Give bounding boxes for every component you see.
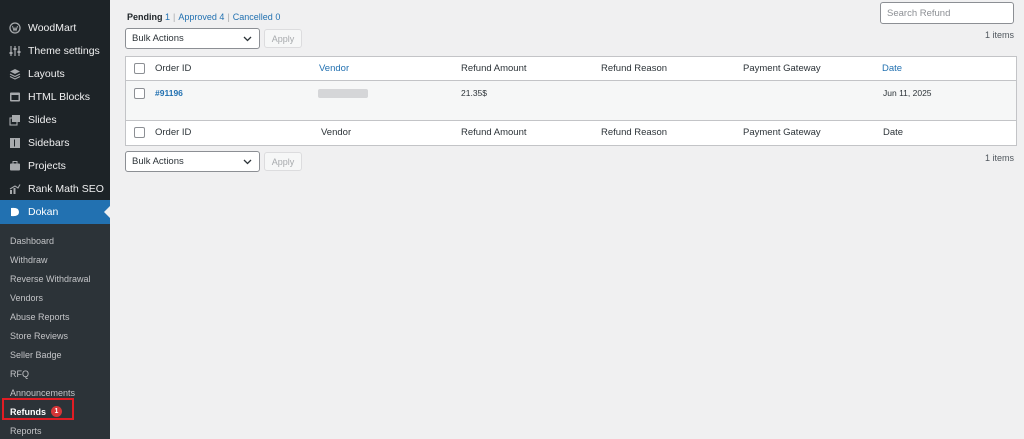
submenu-item-vendors[interactable]: Vendors: [0, 288, 110, 307]
column-footer-refund-amount: Refund Amount: [461, 127, 527, 138]
date-cell: Jun 11, 2025: [883, 88, 932, 98]
sidebar-item-layouts[interactable]: Layouts: [0, 62, 110, 85]
submenu-item-reports[interactable]: Reports: [0, 421, 110, 439]
submenu-item-abuse-reports[interactable]: Abuse Reports: [0, 307, 110, 326]
layers-icon: [8, 67, 21, 80]
items-count-top: 1 items: [984, 30, 1014, 40]
submenu-label: Reverse Withdrawal: [10, 273, 91, 284]
status-filter-links: Pending 1 | Approved 4 | Cancelled 0: [127, 12, 280, 22]
table-row: #91196 21.35$ Jun 11, 2025: [126, 81, 1016, 121]
filter-pending[interactable]: Pending: [127, 12, 163, 22]
submenu-item-reverse-withdrawal[interactable]: Reverse Withdrawal: [0, 269, 110, 288]
cancelled-count: 0: [275, 12, 281, 22]
submenu-label: Dashboard: [10, 235, 55, 246]
apply-button-bottom[interactable]: Apply: [264, 152, 302, 171]
submenu-item-withdraw[interactable]: Withdraw: [0, 250, 110, 269]
apply-button-top[interactable]: Apply: [264, 29, 302, 48]
sliders-icon: [8, 44, 21, 57]
submenu-item-seller-badge[interactable]: Seller Badge: [0, 345, 110, 364]
filter-cancelled-label: Cancelled: [232, 12, 273, 22]
submenu-label: Announcements: [10, 387, 76, 398]
column-header-vendor[interactable]: Vendor: [319, 63, 349, 74]
column-footer-vendor: Vendor: [321, 127, 352, 138]
main-content: Pending 1|Approved 4|Cancelled 0 Bulk Ac…: [110, 0, 1024, 439]
column-footer-date: Date: [883, 127, 904, 138]
column-footer-order-id: Order ID: [155, 127, 192, 138]
dokan-icon: [8, 206, 21, 219]
sidebar-item-sidebars[interactable]: Sidebars: [0, 131, 110, 154]
sidebar-item-label: Slides: [28, 113, 57, 126]
filter-approved[interactable]: Approved 4: [178, 12, 224, 22]
sidebar-item-html-blocks[interactable]: HTML Blocks: [0, 85, 110, 108]
submenu-label: Abuse Reports: [10, 311, 70, 322]
sidebar-top-cut: [0, 0, 110, 4]
submenu-item-dashboard[interactable]: Dashboard: [0, 231, 110, 250]
refund-amount-cell: 21.35$: [461, 88, 487, 98]
rank-math-icon: [8, 182, 21, 195]
submenu-item-store-reviews[interactable]: Store Reviews: [0, 326, 110, 345]
chevron-down-icon: [243, 36, 252, 42]
html-block-icon: [8, 90, 21, 103]
sidebar-item-label: Projects: [28, 159, 66, 172]
table-header-row: Order ID Vendor Refund Amount Refund Rea…: [126, 57, 1016, 81]
column-header-payment-gateway: Payment Gateway: [743, 63, 821, 74]
sidebar-item-theme-settings[interactable]: Theme settings: [0, 39, 110, 62]
sidebar-item-label: Theme settings: [28, 44, 100, 57]
sidebar-item-label: WoodMart: [28, 21, 77, 34]
refunds-table: Order ID Vendor Refund Amount Refund Rea…: [125, 56, 1017, 146]
sidebar-item-label: HTML Blocks: [28, 90, 91, 103]
filter-cancelled[interactable]: Cancelled 0: [233, 12, 281, 22]
row-checkbox[interactable]: [134, 88, 145, 99]
submenu-label: Vendors: [10, 292, 44, 303]
sidebar-icon: [8, 136, 21, 149]
approved-count: 4: [219, 12, 225, 22]
vendor-name-redacted: [318, 89, 368, 98]
column-header-date[interactable]: Date: [882, 63, 902, 74]
filter-separator: |: [173, 12, 176, 22]
refunds-highlight-box: [2, 398, 74, 420]
select-all-checkbox-footer[interactable]: [134, 127, 145, 138]
sidebar-item-label: Layouts: [28, 67, 65, 80]
sidebar-item-label: Rank Math SEO: [28, 182, 104, 195]
filter-approved-label: Approved: [178, 12, 217, 22]
sidebar-item-slides[interactable]: Slides: [0, 108, 110, 131]
search-refund-input[interactable]: [880, 2, 1014, 24]
bulk-actions-select-top[interactable]: Bulk Actions: [125, 28, 260, 49]
bulk-actions-select-bottom[interactable]: Bulk Actions: [125, 151, 260, 172]
sidebar-item-rank-math[interactable]: Rank Math SEO: [0, 177, 110, 200]
sidebar-item-projects[interactable]: Projects: [0, 154, 110, 177]
column-header-refund-amount: Refund Amount: [461, 63, 527, 74]
table-footer-row: Order ID Vendor Refund Amount Refund Rea…: [126, 121, 1016, 145]
sidebar-item-woodmart[interactable]: WoodMart: [0, 16, 110, 39]
sidebar-item-label: Sidebars: [28, 136, 70, 149]
column-header-order-id: Order ID: [155, 63, 192, 74]
filter-separator: |: [227, 12, 230, 22]
order-id-link[interactable]: #91196: [155, 88, 183, 98]
woodmart-icon: [8, 21, 21, 34]
column-footer-payment-gateway: Payment Gateway: [743, 127, 821, 138]
slides-icon: [8, 113, 21, 126]
sidebar-item-label: Dokan: [28, 206, 59, 218]
briefcase-icon: [8, 159, 21, 172]
submenu-label: Withdraw: [10, 254, 48, 265]
submenu-label: Reports: [10, 425, 42, 436]
column-footer-refund-reason: Refund Reason: [601, 127, 668, 138]
bulk-actions-label: Bulk Actions: [132, 33, 184, 44]
bulk-actions-label: Bulk Actions: [132, 156, 184, 167]
submenu-label: Store Reviews: [10, 330, 69, 341]
submenu-label: Seller Badge: [10, 349, 62, 360]
pending-count: 1: [165, 12, 171, 22]
submenu-label: RFQ: [10, 368, 29, 379]
submenu-item-rfq[interactable]: RFQ: [0, 364, 110, 383]
items-count-bottom: 1 items: [984, 153, 1014, 163]
chevron-down-icon: [243, 159, 252, 165]
select-all-checkbox[interactable]: [134, 63, 145, 74]
admin-sidebar: WoodMart Theme settings Layouts HTML Blo…: [0, 0, 110, 439]
column-header-refund-reason: Refund Reason: [601, 63, 668, 74]
sidebar-item-dokan[interactable]: Dokan: [0, 200, 110, 224]
